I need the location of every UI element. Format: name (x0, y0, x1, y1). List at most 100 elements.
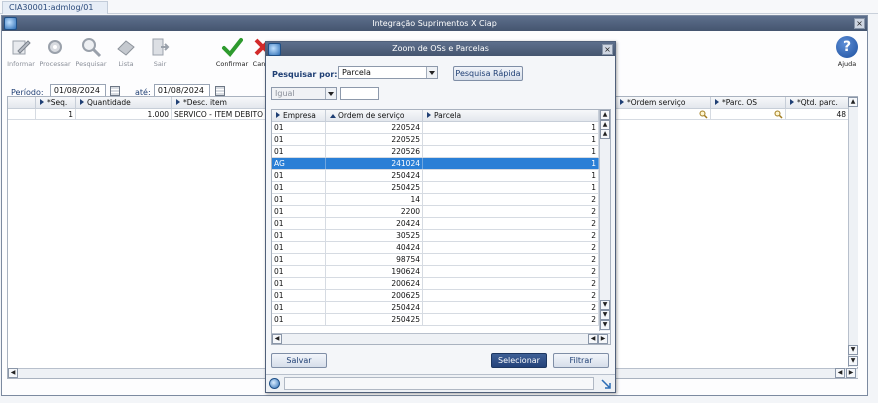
lista-button[interactable]: Lista (112, 36, 140, 68)
header-ordem-servico[interactable]: Ordem de serviço (326, 110, 423, 122)
cell-qtd-parc[interactable]: 48 (786, 109, 849, 120)
sair-button[interactable]: Sair (148, 36, 172, 68)
cell-parcela: 1 (423, 170, 599, 181)
window-close-button[interactable]: × (854, 18, 865, 29)
grid-header-seq[interactable]: *Seq. (36, 97, 76, 109)
table-row[interactable]: 01 200624 2 (272, 278, 599, 290)
scroll-right-button[interactable]: ▶ (598, 334, 608, 344)
cell-parcela: 2 (423, 218, 599, 229)
cell-desc-item[interactable]: SERVICO - ITEM DEBITO DI (172, 109, 272, 120)
quick-search-button[interactable]: Pesquisa Rápida (453, 66, 523, 81)
cell-empresa: 01 (272, 230, 326, 241)
scroll-left-button[interactable]: ◀ (8, 368, 18, 378)
table-row[interactable]: 01 250424 1 (272, 170, 599, 182)
pesquisar-button[interactable]: Pesquisar (74, 36, 108, 68)
dialog-close-button[interactable]: × (602, 44, 613, 55)
scroll-down-small-button[interactable]: ▼ (600, 300, 610, 310)
scroll-top-button[interactable]: ▲ (600, 110, 610, 120)
operator-select[interactable]: Igual (271, 87, 337, 100)
cell-ordem-servico: 250425 (326, 314, 423, 325)
cell-ordem-servico: 40424 (326, 242, 423, 253)
table-row[interactable]: 01 98754 2 (272, 254, 599, 266)
table-row[interactable]: 01 40424 2 (272, 242, 599, 254)
table-row[interactable]: 01 14 2 (272, 194, 599, 206)
scroll-right-small-button[interactable]: ◀ (588, 334, 598, 344)
header-label: *Desc. item (183, 98, 227, 107)
scroll-down-button[interactable]: ▼ (600, 310, 610, 320)
dialog-app-icon (268, 43, 281, 56)
confirmar-button[interactable]: Confirmar (215, 36, 249, 68)
scroll-down-button[interactable]: ▼ (848, 345, 858, 355)
cell-parcela: 2 (423, 254, 599, 265)
header-parcela[interactable]: Parcela (423, 110, 599, 122)
selecionar-button[interactable]: Selecionar (491, 353, 547, 368)
processar-button[interactable]: Processar (38, 36, 72, 68)
cell-quantidade[interactable]: 1.000 (76, 109, 172, 120)
chevron-down-icon[interactable] (325, 88, 336, 99)
scroll-up-small-button[interactable]: ▲ (600, 129, 610, 139)
dialog-vertical-scrollbar[interactable]: ▲ ▲ ▲ ▼ ▼ ▼ (599, 110, 610, 331)
header-label: *Qtd. parc. (797, 98, 838, 107)
scroll-bottom-button[interactable]: ▼ (600, 320, 610, 330)
chevron-down-icon[interactable] (426, 67, 437, 78)
zoom-lookup-icon[interactable] (774, 110, 783, 119)
cell-parcela: 1 (423, 146, 599, 157)
table-row[interactable]: 01 30525 2 (272, 230, 599, 242)
grid-header-ordem-servico[interactable]: *Ordem serviço (616, 97, 711, 109)
scroll-left-button[interactable]: ◀ (272, 334, 282, 344)
table-row[interactable]: AG 241024 1 (272, 158, 599, 170)
cell-empresa: 01 (272, 170, 326, 181)
table-row[interactable]: 01 220524 1 (272, 122, 599, 134)
table-row[interactable]: 01 20424 2 (272, 218, 599, 230)
grid-header-parc-os[interactable]: *Parc. OS (711, 97, 786, 109)
scroll-right-button[interactable]: ◀ (835, 368, 845, 378)
table-row[interactable]: 01 220525 1 (272, 134, 599, 146)
pesquisar-label: Pesquisar (75, 60, 107, 68)
cell-empresa: 01 (272, 314, 326, 325)
cancelar-label: Can (252, 60, 266, 68)
grid-vertical-scrollbar[interactable]: ▲ ▼ ▼ (848, 97, 858, 367)
resize-arrow-icon[interactable] (601, 379, 611, 389)
table-row[interactable]: 01 2200 2 (272, 206, 599, 218)
cell-empresa: 01 (272, 302, 326, 313)
header-label: Quantidade (87, 98, 131, 107)
cell-empresa: 01 (272, 242, 326, 253)
scroll-right-end-button[interactable]: ▶ (846, 368, 856, 378)
salvar-button[interactable]: Salvar (271, 353, 327, 368)
table-row[interactable]: 01 200625 2 (272, 290, 599, 302)
grid-header-quantidade[interactable]: Quantidade (76, 97, 172, 109)
search-value-input[interactable] (340, 87, 379, 100)
table-row[interactable]: 01 190624 2 (272, 266, 599, 278)
exit-door-icon (152, 38, 170, 56)
zoom-lookup-icon[interactable] (699, 110, 708, 119)
informar-button[interactable]: Informar (6, 36, 36, 68)
checkmark-icon (222, 38, 243, 58)
dialog-horizontal-scrollbar[interactable]: ◀ ◀ ▶ (272, 333, 610, 344)
grid-header-qtd-parc[interactable]: *Qtd. parc. (786, 97, 849, 109)
grid-row-marker (8, 109, 36, 120)
search-field-select[interactable]: Parcela (338, 66, 438, 79)
window-titlebar: Integração Suprimentos X Ciap × (2, 16, 867, 31)
cell-parcela: 2 (423, 302, 599, 313)
calendar-icon[interactable] (110, 86, 120, 96)
scroll-up-button[interactable]: ▲ (848, 97, 858, 107)
calendar-icon[interactable] (215, 86, 225, 96)
tab-cia30001[interactable]: CIA30001:admlog/01 (2, 1, 108, 14)
cell-parc-os[interactable] (711, 109, 786, 120)
cancelar-button[interactable]: Can (252, 36, 266, 68)
cell-seq[interactable]: 1 (36, 109, 76, 120)
cell-parcela: 1 (423, 158, 599, 169)
sort-arrow-icon (80, 99, 84, 105)
grid-header-desc-item[interactable]: *Desc. item (172, 97, 268, 109)
filtrar-button[interactable]: Filtrar (553, 353, 609, 368)
grid-header-blank (8, 97, 36, 109)
table-row[interactable]: 01 250425 1 (272, 182, 599, 194)
table-row[interactable]: 01 250425 2 (272, 314, 599, 326)
table-row[interactable]: 01 220526 1 (272, 146, 599, 158)
table-row[interactable]: 01 250424 2 (272, 302, 599, 314)
cell-ordem-servico[interactable] (616, 109, 711, 120)
cell-empresa: 01 (272, 278, 326, 289)
ajuda-button[interactable]: ? Ajuda (834, 36, 860, 68)
header-empresa[interactable]: Empresa (272, 110, 326, 122)
scroll-end-button[interactable]: ▼ (848, 356, 858, 366)
